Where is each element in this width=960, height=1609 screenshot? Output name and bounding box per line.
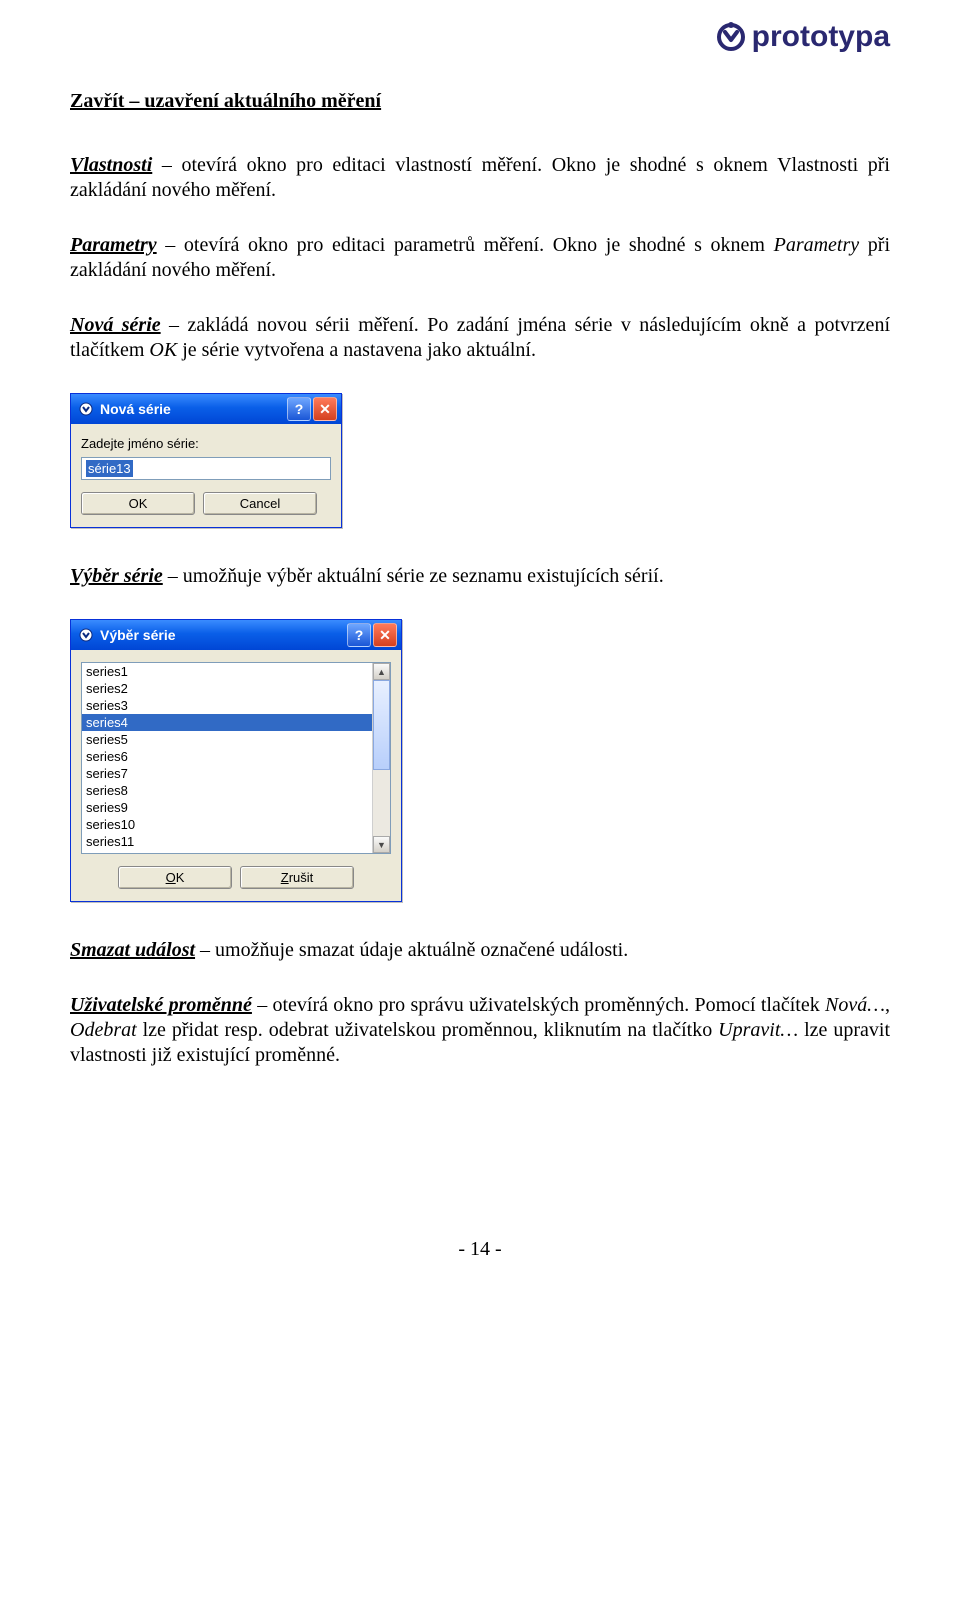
section-heading: Zavřít – uzavření aktuálního měření	[70, 90, 890, 113]
scroll-down-icon[interactable]: ▼	[373, 836, 390, 853]
help-icon[interactable]: ?	[287, 397, 311, 421]
list-item[interactable]: series4	[82, 714, 372, 731]
dialog-new-series: Nová série ? ✕ Zadejte jméno série: séri…	[70, 393, 342, 528]
titlebar[interactable]: Výběr série ? ✕	[71, 620, 401, 650]
scroll-track[interactable]	[373, 680, 390, 836]
close-icon[interactable]: ✕	[373, 623, 397, 647]
input-label: Zadejte jméno série:	[81, 436, 331, 451]
paragraph-nova-serie: Nová série – zakládá novou sérii měření.…	[70, 313, 890, 363]
paragraph-parametry: Parametry – otevírá okno pro editaci par…	[70, 233, 890, 283]
cancel-button[interactable]: Zrušit	[240, 866, 354, 889]
app-icon	[78, 627, 94, 643]
list-item[interactable]: series10	[82, 816, 372, 833]
list-item[interactable]: series11	[82, 833, 372, 850]
list-item[interactable]: series1	[82, 663, 372, 680]
help-icon[interactable]: ?	[347, 623, 371, 647]
page-number: - 14 -	[70, 1238, 890, 1261]
list-item[interactable]: series7	[82, 765, 372, 782]
ok-button[interactable]: OK	[118, 866, 232, 889]
dialog-title: Nová série	[100, 401, 285, 417]
paragraph-vyber-serie: Výběr série – umožňuje výběr aktuální sé…	[70, 564, 890, 589]
list-item[interactable]: series3	[82, 697, 372, 714]
brand-name: prototypa	[752, 20, 890, 54]
paragraph-uzivatelske-promenne: Uživatelské proměnné – otevírá okno pro …	[70, 993, 890, 1068]
list-item[interactable]: series2	[82, 680, 372, 697]
list-item[interactable]: series6	[82, 748, 372, 765]
titlebar[interactable]: Nová série ? ✕	[71, 394, 341, 424]
scrollbar[interactable]: ▲ ▼	[372, 663, 390, 853]
paragraph-vlastnosti: Vlastnosti – otevírá okno pro editaci vl…	[70, 153, 890, 203]
close-icon[interactable]: ✕	[313, 397, 337, 421]
series-listbox[interactable]: series1series2series3series4series5serie…	[81, 662, 391, 854]
brand-logo: prototypa	[716, 20, 890, 54]
list-item[interactable]: series8	[82, 782, 372, 799]
dialog-title: Výběr série	[100, 627, 345, 643]
series-name-input[interactable]: série13	[81, 457, 331, 480]
brand-icon	[716, 22, 746, 52]
paragraph-smazat-udalost: Smazat událost – umožňuje smazat údaje a…	[70, 938, 890, 963]
scroll-thumb[interactable]	[373, 680, 390, 770]
app-icon	[78, 401, 94, 417]
list-item[interactable]: series9	[82, 799, 372, 816]
ok-button[interactable]: OK	[81, 492, 195, 515]
scroll-up-icon[interactable]: ▲	[373, 663, 390, 680]
cancel-button[interactable]: Cancel	[203, 492, 317, 515]
list-item[interactable]: series5	[82, 731, 372, 748]
dialog-select-series: Výběr série ? ✕ series1series2series3ser…	[70, 619, 402, 902]
